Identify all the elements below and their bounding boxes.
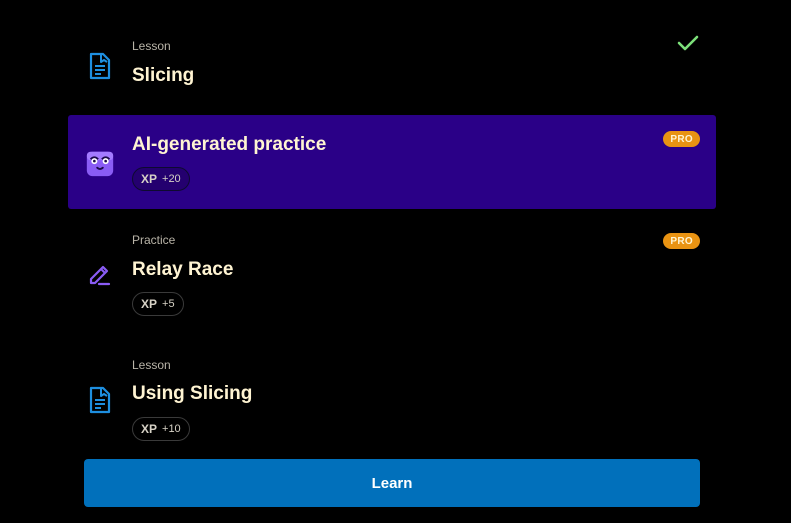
practice-pencil-icon <box>84 258 116 290</box>
lesson-document-icon <box>84 384 116 416</box>
xp-badge: XP +5 <box>132 292 184 316</box>
list-item-using-slicing[interactable]: Lesson Using Slicing XP +10 <box>68 347 716 447</box>
item-title: Using Slicing <box>132 383 253 404</box>
pro-badge: PRO <box>663 131 700 147</box>
item-title: Relay Race <box>132 259 234 280</box>
item-title: Slicing <box>132 65 195 86</box>
checkmark-icon <box>677 34 699 57</box>
xp-label: XP <box>141 172 158 186</box>
pro-badge: PRO <box>663 233 700 249</box>
item-kind-label: Lesson <box>132 39 171 53</box>
item-title: AI-generated practice <box>132 134 327 155</box>
ai-robot-icon <box>84 147 116 179</box>
lesson-document-icon <box>84 50 116 82</box>
list-item-relay-race[interactable]: Practice Relay Race XP +5 PRO <box>68 222 716 322</box>
xp-badge: XP +10 <box>132 417 190 441</box>
item-kind-label: Lesson <box>132 358 171 372</box>
xp-value: +5 <box>162 298 175 310</box>
list-item-slicing[interactable]: Lesson Slicing <box>68 30 716 110</box>
learning-path-panel: Lesson Slicing AI-generated practice XP … <box>0 0 791 523</box>
xp-badge: XP +20 <box>132 167 190 191</box>
xp-value: +10 <box>162 423 181 435</box>
xp-value: +20 <box>162 173 181 185</box>
list-item-ai-practice[interactable]: AI-generated practice XP +20 PRO <box>68 115 716 209</box>
learn-button[interactable]: Learn <box>84 459 700 507</box>
item-kind-label: Practice <box>132 233 176 247</box>
xp-label: XP <box>141 297 158 311</box>
xp-label: XP <box>141 422 158 436</box>
